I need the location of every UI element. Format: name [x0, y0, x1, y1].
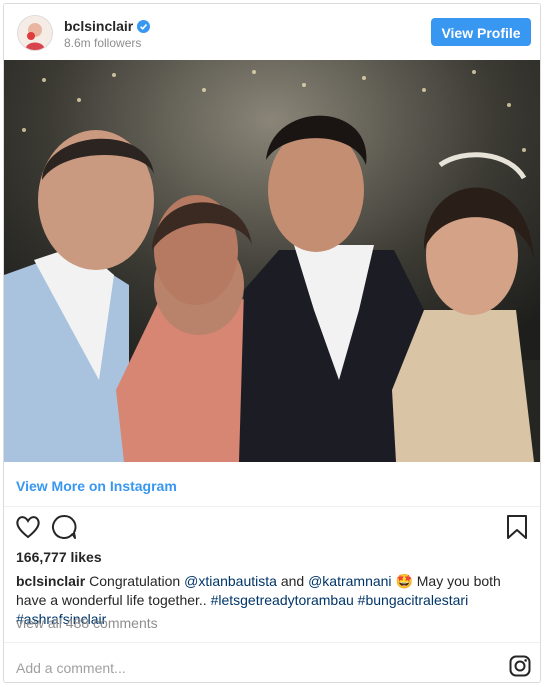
view-all-comments-link[interactable]: view all 488 comments	[16, 615, 158, 631]
comment-input-bar: Add a comment...	[4, 642, 540, 682]
followers-count: 8.6m followers	[64, 36, 142, 50]
verified-badge-icon	[137, 20, 151, 33]
post-photo[interactable]	[4, 60, 540, 462]
instagram-embed-card: bclsinclair 8.6m followers View Profile	[3, 3, 541, 683]
action-bar	[4, 513, 540, 547]
hashtag-link[interactable]: #bungacitralestari	[358, 592, 469, 608]
hashtag-link[interactable]: #letsgetreadytorambau	[211, 592, 354, 608]
view-more-on-instagram-link[interactable]: View More on Instagram	[16, 478, 177, 494]
bookmark-icon[interactable]	[503, 513, 531, 541]
heart-icon[interactable]	[14, 513, 42, 541]
username-label[interactable]: bclsinclair	[64, 18, 151, 34]
caption-text: Congratulation	[89, 573, 181, 589]
avatar-image	[18, 16, 52, 50]
view-profile-button[interactable]: View Profile	[431, 18, 531, 46]
group-photo-image	[4, 60, 540, 462]
mention-link[interactable]: @katramnani	[308, 573, 391, 589]
instagram-logo-icon[interactable]	[509, 655, 531, 677]
add-comment-input[interactable]: Add a comment...	[16, 660, 126, 676]
caption-text: and	[280, 573, 305, 589]
emoji: 🤩	[395, 573, 413, 589]
avatar[interactable]	[17, 15, 53, 51]
post-header: bclsinclair 8.6m followers View Profile	[4, 4, 540, 60]
comment-icon[interactable]	[50, 513, 78, 541]
mention-link[interactable]: @xtianbautista	[184, 573, 277, 589]
likes-count[interactable]: 166,777 likes	[16, 549, 102, 565]
username-text: bclsinclair	[64, 18, 134, 34]
caption-username[interactable]: bclsinclair	[16, 573, 85, 589]
view-more-link-row: View More on Instagram	[4, 462, 540, 507]
